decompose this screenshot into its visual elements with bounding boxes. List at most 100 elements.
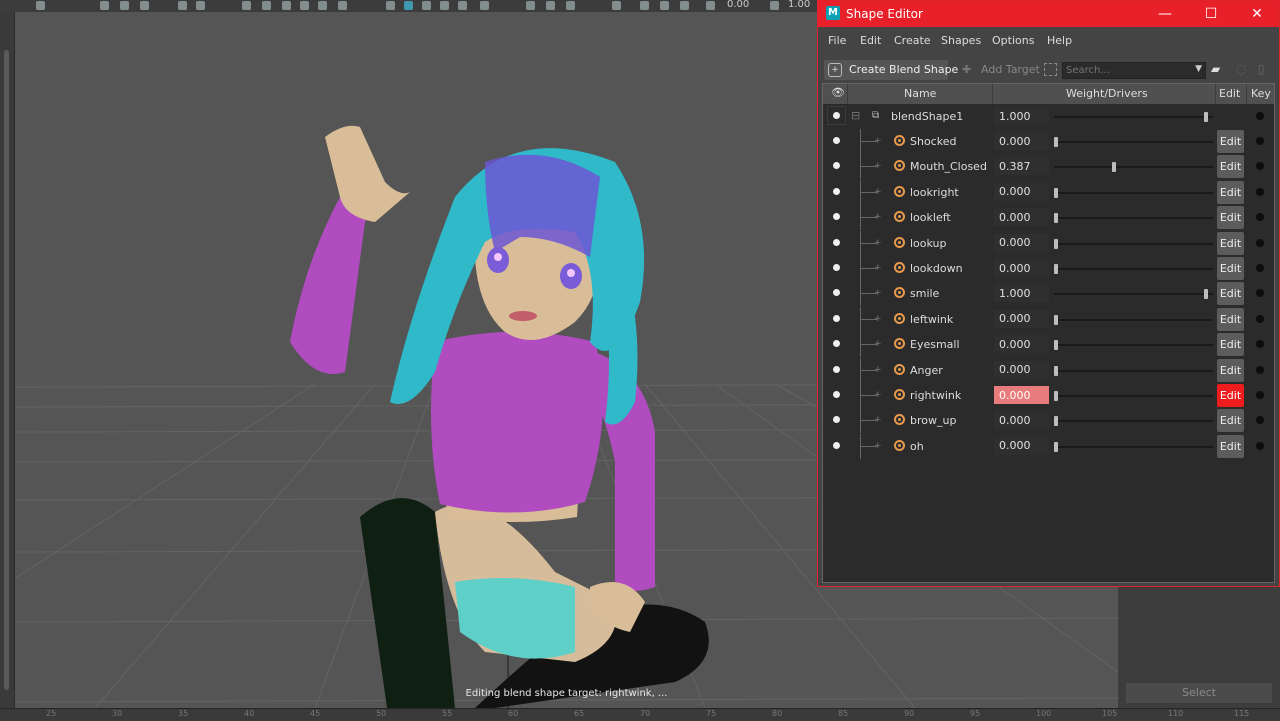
target-weight-field[interactable] — [994, 360, 1049, 379]
target-weight-slider[interactable] — [1054, 162, 1213, 173]
refresh-icon[interactable]: ◌ — [1236, 62, 1246, 76]
maximize-button[interactable]: ☐ — [1188, 1, 1234, 27]
edit-target-button[interactable]: Edit — [1217, 155, 1244, 179]
edit-target-button[interactable]: Edit — [1217, 257, 1244, 280]
maya-tool-icon[interactable] — [404, 1, 413, 10]
edit-target-button[interactable]: Edit — [1217, 282, 1244, 306]
target-weight-field[interactable] — [994, 157, 1049, 176]
collapse-icon[interactable]: ⊟ — [851, 109, 860, 122]
maya-tool-icon[interactable] — [526, 1, 535, 10]
target-weight-slider[interactable] — [1054, 441, 1213, 452]
close-button[interactable]: ✕ — [1234, 1, 1280, 27]
select-frame-icon[interactable] — [1044, 63, 1057, 76]
maya-tool-icon[interactable] — [196, 1, 205, 10]
maya-tool-icon[interactable] — [140, 1, 149, 10]
visibility-dot[interactable] — [833, 213, 840, 221]
target-weight-field[interactable] — [994, 182, 1049, 201]
target-weight-field[interactable] — [994, 309, 1049, 328]
header-weight-drivers[interactable]: Weight/Drivers — [1066, 87, 1148, 100]
target-weight-slider[interactable] — [1054, 314, 1213, 325]
maya-tool-icon[interactable] — [660, 1, 669, 10]
edit-target-button[interactable]: Edit — [1217, 409, 1244, 433]
edit-target-button[interactable]: Edit — [1217, 333, 1244, 357]
target-weight-slider[interactable] — [1054, 238, 1213, 249]
blendshape-row[interactable]: ⊟ ⧉ blendShape1 — [823, 104, 1274, 129]
key-indicator[interactable] — [1256, 416, 1264, 425]
target-row[interactable]: + rightwink Edit — [823, 383, 1274, 408]
menu-edit[interactable]: Edit — [860, 34, 881, 47]
target-weight-slider[interactable] — [1054, 340, 1213, 351]
maya-tool-icon[interactable] — [318, 1, 327, 10]
header-name[interactable]: Name — [904, 87, 936, 100]
maya-tool-icon[interactable] — [300, 1, 309, 10]
minimize-button[interactable]: — — [1142, 1, 1188, 27]
maya-tool-icon[interactable] — [440, 1, 449, 10]
maya-tool-icon[interactable] — [178, 1, 187, 10]
slider-thumb[interactable] — [1054, 391, 1058, 401]
slider-thumb[interactable] — [1112, 162, 1117, 173]
eye-icon[interactable]: 👁 — [831, 86, 845, 99]
visibility-dot[interactable] — [833, 365, 840, 373]
slider-thumb[interactable] — [1054, 441, 1058, 452]
key-indicator[interactable] — [1256, 441, 1264, 450]
maya-tool-icon[interactable] — [242, 1, 251, 10]
visibility-dot[interactable] — [833, 112, 840, 119]
target-weight-field[interactable] — [994, 259, 1049, 277]
visibility-dot[interactable] — [833, 137, 840, 144]
target-weight-field[interactable] — [994, 132, 1049, 150]
target-weight-slider[interactable] — [1054, 187, 1213, 198]
maya-tool-icon[interactable] — [386, 1, 395, 10]
blendshape-weight-field[interactable] — [994, 107, 1049, 125]
target-weight-field[interactable] — [994, 284, 1049, 303]
visibility-dot[interactable] — [833, 289, 840, 297]
blendshape-weight-slider[interactable] — [1054, 112, 1213, 122]
edit-target-button[interactable]: Edit — [1217, 130, 1244, 153]
target-weight-slider[interactable] — [1054, 289, 1213, 300]
key-indicator[interactable] — [1256, 187, 1264, 196]
key-indicator[interactable] — [1256, 112, 1264, 120]
slider-thumb[interactable] — [1054, 238, 1058, 249]
slider-thumb[interactable] — [1054, 365, 1058, 376]
toolbar-value[interactable]: 0.00 — [727, 0, 749, 10]
target-weight-slider[interactable] — [1054, 416, 1213, 427]
slider-thumb[interactable] — [1054, 416, 1058, 427]
target-row[interactable]: + smile Edit — [823, 281, 1274, 307]
maya-tool-icon[interactable] — [706, 1, 715, 10]
maya-tool-icon[interactable] — [640, 1, 649, 10]
slider-thumb[interactable] — [1054, 137, 1058, 147]
menu-shapes[interactable]: Shapes — [941, 34, 981, 47]
search-input[interactable] — [1066, 64, 1186, 77]
menu-help[interactable]: Help — [1047, 34, 1072, 47]
target-weight-field[interactable] — [994, 436, 1049, 455]
menu-options[interactable]: Options — [992, 34, 1034, 47]
target-row[interactable]: + brow_up Edit — [823, 408, 1274, 434]
target-weight-field[interactable] — [994, 335, 1049, 354]
slider-thumb[interactable] — [1054, 340, 1058, 351]
key-indicator[interactable] — [1256, 289, 1264, 298]
target-row[interactable]: + leftwink Edit — [823, 306, 1274, 332]
visibility-dot[interactable] — [833, 391, 840, 398]
menu-create[interactable]: Create — [894, 34, 931, 47]
slider-thumb[interactable] — [1054, 264, 1058, 274]
new-folder-icon[interactable]: ▰ — [1211, 62, 1227, 76]
visibility-dot[interactable] — [833, 264, 840, 271]
key-indicator[interactable] — [1256, 314, 1264, 323]
search-box[interactable]: ▼ — [1062, 62, 1206, 79]
key-indicator[interactable] — [1256, 213, 1264, 222]
maya-tool-icon[interactable] — [282, 1, 291, 10]
chevron-down-icon[interactable]: ▼ — [1195, 64, 1202, 74]
target-row[interactable]: + lookright Edit — [823, 179, 1274, 205]
key-indicator[interactable] — [1256, 264, 1264, 272]
header-edit[interactable]: Edit — [1219, 87, 1240, 100]
key-indicator[interactable] — [1256, 391, 1264, 399]
key-indicator[interactable] — [1256, 340, 1264, 349]
target-row[interactable]: + lookup Edit — [823, 230, 1274, 256]
edit-target-button[interactable]: Edit — [1217, 384, 1244, 407]
visibility-dot[interactable] — [833, 314, 840, 322]
key-indicator[interactable] — [1256, 137, 1264, 145]
maya-tool-icon[interactable] — [338, 1, 347, 10]
target-weight-slider[interactable] — [1054, 391, 1213, 401]
target-row[interactable]: + Shocked Edit — [823, 129, 1274, 154]
slider-thumb[interactable] — [1054, 314, 1058, 325]
slider-thumb[interactable] — [1204, 112, 1208, 122]
